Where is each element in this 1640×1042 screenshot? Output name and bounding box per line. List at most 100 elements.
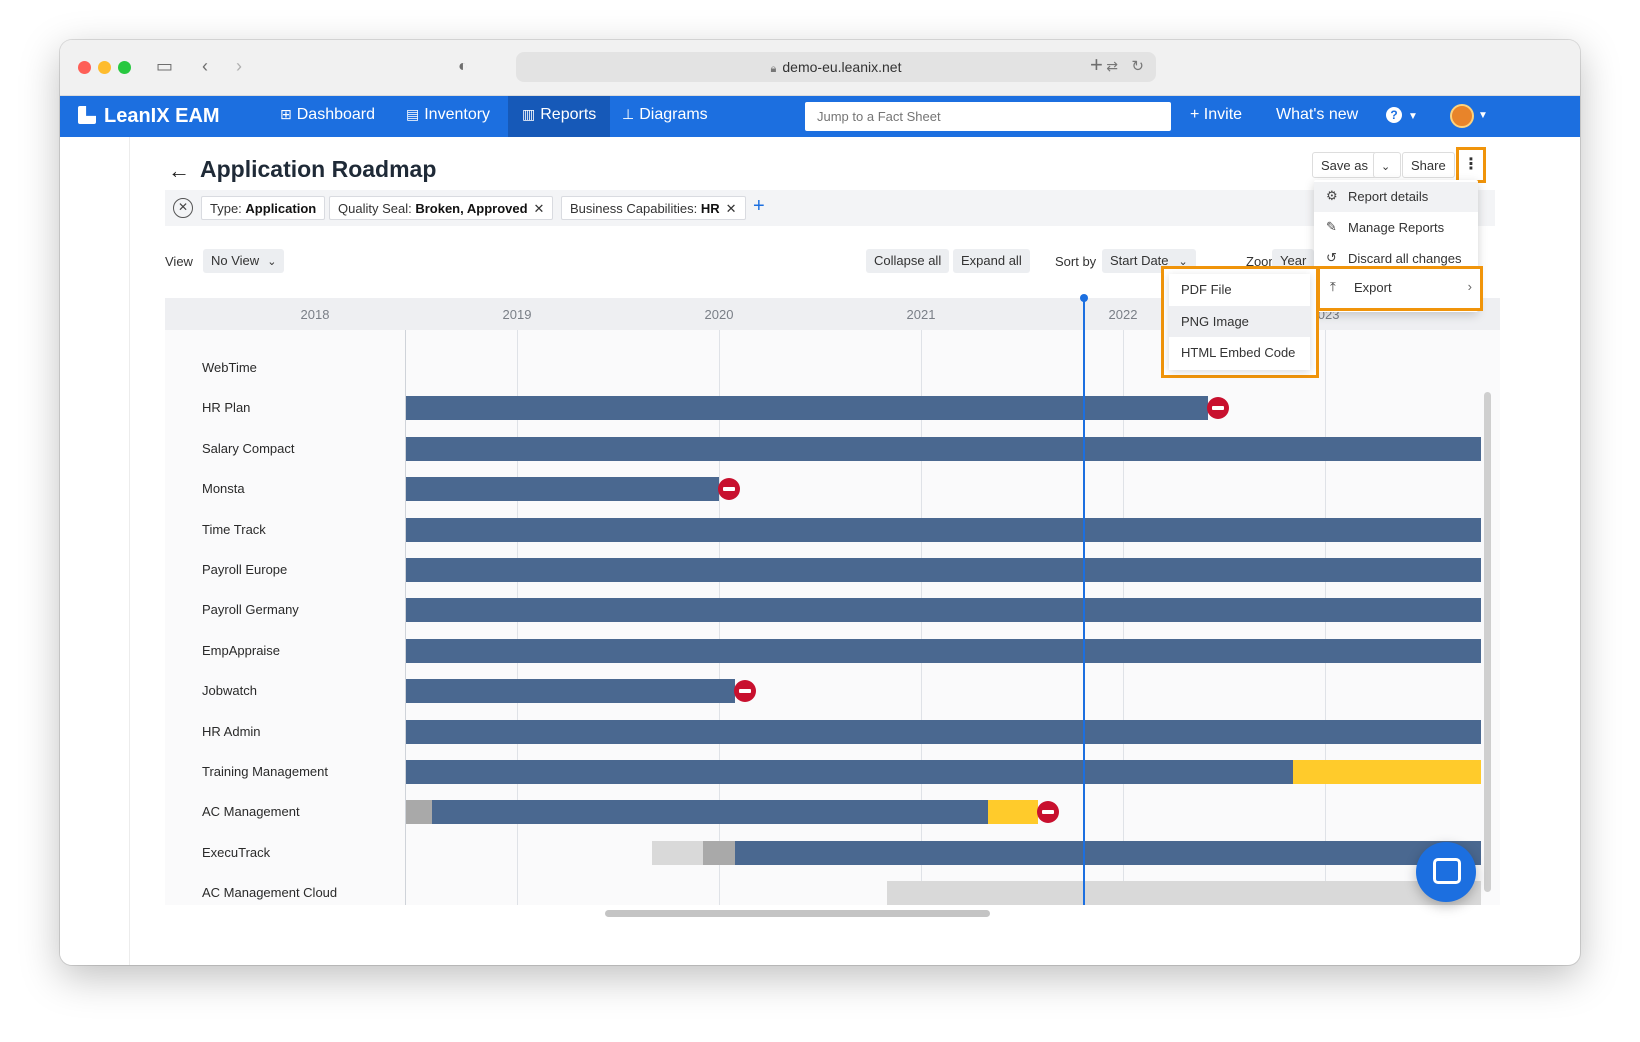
lifecycle-bar-plan[interactable] bbox=[702, 840, 736, 865]
more-options-button[interactable]: ⋮ bbox=[1456, 147, 1486, 183]
translate-icon[interactable]: ⇄ bbox=[1106, 58, 1118, 75]
close-window-button[interactable] bbox=[78, 61, 91, 74]
clear-filters-icon[interactable]: ✕ bbox=[173, 198, 193, 218]
lifecycle-bar-active[interactable] bbox=[405, 760, 1293, 784]
lifecycle-bar-phase-in[interactable] bbox=[652, 840, 703, 865]
collapse-all-label: Collapse all bbox=[874, 253, 942, 268]
new-tab-icon[interactable]: + bbox=[1090, 52, 1103, 78]
row-label[interactable]: Payroll Europe bbox=[202, 562, 287, 577]
export-png-option[interactable]: PNG Image bbox=[1169, 306, 1310, 337]
avatar-chevron-down-icon[interactable]: ▼ bbox=[1478, 110, 1488, 121]
nav-reports[interactable]: ▥ Reports bbox=[508, 96, 611, 137]
collapse-all-button[interactable]: Collapse all bbox=[866, 249, 950, 273]
lock-icon: 🔒︎ bbox=[770, 63, 777, 75]
row-label[interactable]: WebTime bbox=[202, 360, 257, 375]
back-arrow-icon[interactable]: ← bbox=[168, 158, 190, 184]
upload-icon: ⤒ bbox=[1330, 279, 1336, 294]
fact-sheet-search-input[interactable] bbox=[805, 102, 1171, 131]
row-label[interactable]: EmpAppraise bbox=[202, 643, 280, 658]
forward-icon[interactable]: › bbox=[236, 56, 242, 77]
row-label[interactable]: HR Admin bbox=[202, 724, 261, 739]
expand-all-button[interactable]: Expand all bbox=[953, 249, 1030, 273]
menu-item-report-details[interactable]: ⚙ Report details bbox=[1314, 182, 1478, 212]
today-marker-line bbox=[1079, 294, 1088, 905]
vertical-scrollbar[interactable] bbox=[1484, 392, 1491, 892]
browser-toolbar: ▭ ‹ › ◐ 🔒︎ demo-eu.leanix.net ⇄ ↻ + bbox=[60, 40, 1580, 96]
wrench-icon: ✎ bbox=[1326, 219, 1337, 234]
sidebar-toggle-icon[interactable]: ▭ bbox=[156, 56, 173, 77]
nav-diagrams-label: Diagrams bbox=[639, 106, 708, 123]
export-option-label: HTML Embed Code bbox=[1181, 345, 1296, 360]
lifecycle-bar-active[interactable] bbox=[405, 477, 719, 502]
row-label[interactable]: Monsta bbox=[202, 481, 245, 496]
filter-chip-business-capabilities[interactable]: Business Capabilities: HR ✕ bbox=[561, 196, 746, 220]
remove-filter-icon[interactable]: ✕ bbox=[534, 201, 545, 216]
lifecycle-bar-active[interactable] bbox=[735, 840, 1481, 865]
lifecycle-bar-active[interactable] bbox=[405, 679, 736, 704]
lifecycle-bar-active[interactable] bbox=[405, 436, 1481, 461]
nav-dashboard[interactable]: ⊞ Dashboard bbox=[280, 106, 375, 124]
save-as-dropdown-button[interactable]: ⌄ bbox=[1373, 152, 1401, 178]
lifecycle-bar-active[interactable] bbox=[405, 396, 1208, 421]
lifecycle-bar-phase-out[interactable] bbox=[1292, 760, 1481, 784]
remove-filter-icon[interactable]: ✕ bbox=[726, 201, 737, 216]
lifecycle-bar-active[interactable] bbox=[405, 517, 1481, 542]
nav-inventory[interactable]: ▤ Inventory bbox=[406, 106, 490, 124]
menu-item-label: Discard all changes bbox=[1348, 251, 1462, 266]
menu-item-export[interactable]: ⤒ Export › bbox=[1317, 266, 1483, 311]
export-html-embed-option[interactable]: HTML Embed Code bbox=[1169, 337, 1310, 368]
lifecycle-bar-phase-in[interactable] bbox=[886, 881, 1481, 906]
nav-inventory-label: Inventory bbox=[424, 106, 491, 123]
nav-dashboard-label: Dashboard bbox=[296, 106, 376, 123]
row-label[interactable]: HR Plan bbox=[202, 400, 250, 415]
share-button[interactable]: Share bbox=[1402, 152, 1455, 178]
row-label[interactable]: Payroll Germany bbox=[202, 602, 299, 617]
address-bar[interactable]: 🔒︎ demo-eu.leanix.net ⇄ ↻ bbox=[516, 52, 1156, 82]
chevron-down-icon: ⌄ bbox=[1381, 161, 1391, 173]
lifecycle-bar-active[interactable] bbox=[405, 558, 1481, 582]
view-dropdown[interactable]: No View ⌄ bbox=[203, 249, 285, 273]
lifecycle-bar-active[interactable] bbox=[405, 598, 1481, 623]
horizontal-scrollbar[interactable] bbox=[605, 910, 990, 917]
filter-key: Quality Seal: bbox=[338, 201, 412, 216]
lifecycle-bar-phase-out[interactable] bbox=[987, 800, 1039, 825]
filter-chip-quality-seal[interactable]: Quality Seal: Broken, Approved ✕ bbox=[329, 196, 554, 220]
add-filter-icon[interactable]: + bbox=[753, 195, 765, 218]
nav-reports-label: Reports bbox=[540, 106, 597, 123]
export-pdf-option[interactable]: PDF File bbox=[1169, 274, 1310, 305]
whats-new-button[interactable]: What's new bbox=[1276, 106, 1358, 124]
row-label[interactable]: ExecuTrack bbox=[202, 845, 270, 860]
invite-label: + Invite bbox=[1190, 106, 1243, 123]
chat-launcher-button[interactable] bbox=[1416, 842, 1476, 902]
save-as-button[interactable]: Save as bbox=[1312, 152, 1377, 178]
row-label[interactable]: AC Management Cloud bbox=[202, 885, 337, 900]
lifecycle-bar-active[interactable] bbox=[432, 800, 988, 825]
url-text: demo-eu.leanix.net bbox=[782, 59, 902, 75]
row-label[interactable]: Training Management bbox=[202, 764, 328, 779]
lifecycle-bar-plan[interactable] bbox=[405, 800, 433, 825]
user-avatar[interactable] bbox=[1450, 104, 1474, 128]
lifecycle-bar-active[interactable] bbox=[405, 638, 1481, 663]
chevron-down-icon: ▼ bbox=[1408, 111, 1418, 122]
bar-chart-icon: ▥ bbox=[522, 106, 536, 122]
filter-chip-type[interactable]: Type: Application bbox=[201, 196, 326, 220]
lifecycle-bar-active[interactable] bbox=[405, 719, 1481, 744]
menu-item-label: Manage Reports bbox=[1348, 220, 1445, 235]
row-label[interactable]: Time Track bbox=[202, 522, 266, 537]
minimize-window-button[interactable] bbox=[98, 61, 111, 74]
menu-item-manage-reports[interactable]: ✎ Manage Reports bbox=[1314, 213, 1478, 243]
row-label[interactable]: Jobwatch bbox=[202, 683, 257, 698]
diagram-icon: ⊥ bbox=[622, 106, 635, 122]
reload-icon[interactable]: ↻ bbox=[1131, 57, 1144, 75]
invite-button[interactable]: + Invite bbox=[1190, 106, 1242, 124]
help-menu-button[interactable]: ? ▼ bbox=[1386, 106, 1418, 124]
brand-logo[interactable]: LeanIX EAM bbox=[78, 105, 220, 128]
back-icon[interactable]: ‹ bbox=[202, 56, 208, 77]
zoom-window-button[interactable] bbox=[118, 61, 131, 74]
browser-window: ▭ ‹ › ◐ 🔒︎ demo-eu.leanix.net ⇄ ↻ + LeanI… bbox=[60, 40, 1580, 965]
filter-value: Broken, Approved bbox=[415, 201, 528, 216]
nav-diagrams[interactable]: ⊥ Diagrams bbox=[622, 106, 708, 124]
row-label[interactable]: AC Management bbox=[202, 804, 300, 819]
row-label[interactable]: Salary Compact bbox=[202, 441, 294, 456]
shield-icon[interactable]: ◐ bbox=[458, 58, 468, 76]
